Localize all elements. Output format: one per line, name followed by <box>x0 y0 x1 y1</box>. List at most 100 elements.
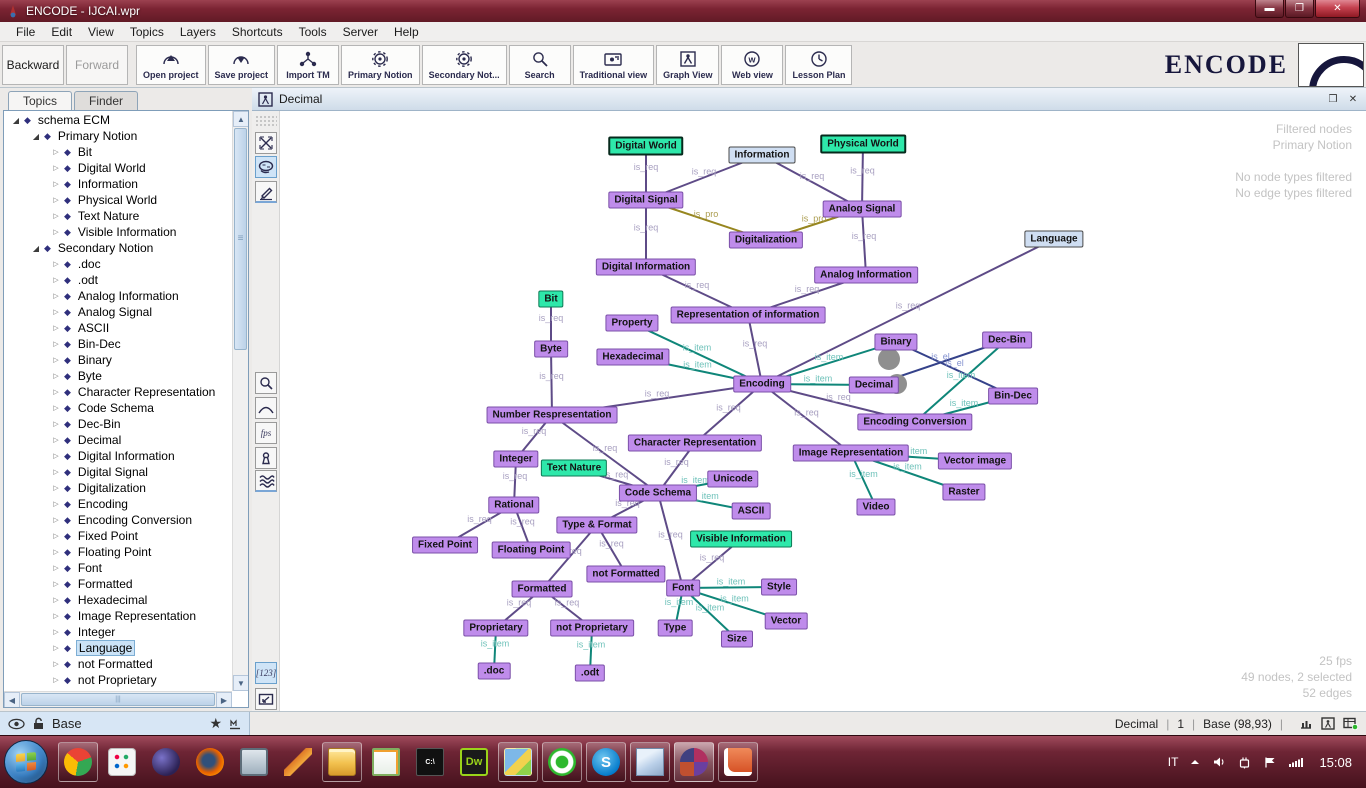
graph-node-fixed-point[interactable]: Fixed Point <box>412 537 478 554</box>
expand-arrow-icon[interactable]: ▷ <box>50 612 62 620</box>
tree-item-language[interactable]: ▷◆Language <box>4 640 232 656</box>
graph-node-digital-information[interactable]: Digital Information <box>596 259 696 276</box>
graph-node-odt[interactable]: .odt <box>575 665 605 682</box>
graph-canvas[interactable]: is_reqis_reqis_reqis_reqis_reqis_reqis_r… <box>280 111 1366 711</box>
language-indicator[interactable]: IT <box>1168 755 1179 769</box>
expand-arrow-icon[interactable]: ▷ <box>50 532 62 540</box>
tree-item-image-representation[interactable]: ▷◆Image Representation <box>4 608 232 624</box>
tree-item-label[interactable]: Secondary Notion <box>56 241 155 255</box>
taskbar-chrome-icon[interactable] <box>58 742 98 782</box>
menu-server[interactable]: Server <box>335 23 386 41</box>
web-view-button[interactable]: wWeb view <box>721 45 783 85</box>
chart-mini-icon[interactable] <box>1299 718 1313 730</box>
maximize-button[interactable]: ❐ <box>1285 0 1314 18</box>
tree-item-label[interactable]: Byte <box>76 369 104 383</box>
expand-arrow-icon[interactable]: ▷ <box>50 452 62 460</box>
merge-layer-icon[interactable] <box>229 718 241 730</box>
graph-node-information[interactable]: Information <box>729 147 796 164</box>
taskbar-dreamweaver-icon[interactable]: Dw <box>454 742 494 782</box>
graph-node-font[interactable]: Font <box>666 580 700 597</box>
tree-item-physical-world[interactable]: ▷◆Physical World <box>4 192 232 208</box>
graph-view-button[interactable]: Graph View <box>656 45 719 85</box>
expand-arrow-icon[interactable]: ▷ <box>50 548 62 556</box>
traditional-view-button[interactable]: Traditional view <box>573 45 655 85</box>
edit-pencil-button[interactable] <box>255 181 277 203</box>
expand-arrow-icon[interactable]: ▷ <box>50 324 62 332</box>
tree-item-label[interactable]: Analog Information <box>76 289 181 303</box>
tree-item-primary-notion[interactable]: ◢◆Primary Notion <box>4 128 232 144</box>
tree-item-digitalization[interactable]: ▷◆Digitalization <box>4 480 232 496</box>
expand-arrow-icon[interactable]: ▷ <box>50 372 62 380</box>
tree-item-label[interactable]: Character Representation <box>76 385 217 399</box>
tree-item-label[interactable]: Digital Signal <box>76 465 150 479</box>
graph-node-visible-information[interactable]: Visible Information <box>690 531 792 548</box>
graph-node-size[interactable]: Size <box>721 631 753 648</box>
taskbar-app-grid-icon[interactable] <box>102 742 142 782</box>
graph-node-floating-point[interactable]: Floating Point <box>492 542 571 559</box>
up-arrow-icon[interactable] <box>1189 757 1201 767</box>
lesson-plan-button[interactable]: Lesson Plan <box>785 45 852 85</box>
scroll-thumb[interactable] <box>21 693 215 706</box>
tree-item-byte[interactable]: ▷◆Byte <box>4 368 232 384</box>
tree-item-hexadecimal[interactable]: ▷◆Hexadecimal <box>4 592 232 608</box>
graph-edge-number-respresentation-code-schema[interactable] <box>552 415 658 493</box>
graph-node-bit[interactable]: Bit <box>538 291 563 308</box>
tree-item-fixed-point[interactable]: ▷◆Fixed Point <box>4 528 232 544</box>
lock-icon[interactable] <box>32 717 45 730</box>
tree-item-label[interactable]: Dec-Bin <box>76 417 123 431</box>
flag-icon[interactable] <box>1263 756 1277 768</box>
graph-node-number-respresentation[interactable]: Number Respresentation <box>487 407 618 424</box>
graph-node-text-nature[interactable]: Text Nature <box>541 460 607 477</box>
power-plug-icon[interactable] <box>1238 756 1252 769</box>
tree-item-label[interactable]: Analog Signal <box>76 305 154 319</box>
taskbar-command-prompt-icon[interactable]: C:\ <box>410 742 450 782</box>
graph-node-physical-world[interactable]: Physical World <box>820 135 906 154</box>
save-project-button[interactable]: Save project <box>208 45 276 85</box>
weight-tool-button[interactable] <box>255 447 277 469</box>
graph-node-not-formatted[interactable]: not Formatted <box>586 566 665 583</box>
tree-item-character-representation[interactable]: ▷◆Character Representation <box>4 384 232 400</box>
graph-node-property[interactable]: Property <box>605 315 658 332</box>
scroll-down-button[interactable]: ▼ <box>233 675 249 691</box>
expand-arrow-icon[interactable]: ▷ <box>50 564 62 572</box>
taskbar-editor-brush-icon[interactable] <box>278 742 318 782</box>
expand-arrow-icon[interactable]: ▷ <box>50 580 62 588</box>
graph-view-mini-icon[interactable] <box>1321 717 1335 730</box>
tree-item-bin-dec[interactable]: ▷◆Bin-Dec <box>4 336 232 352</box>
canvas-tab-label[interactable]: Decimal <box>279 92 322 106</box>
tree-item-not-proprietary[interactable]: ▷◆not Proprietary <box>4 672 232 688</box>
tree-item-formatted[interactable]: ▷◆Formatted <box>4 576 232 592</box>
tree-horizontal-scrollbar[interactable]: ◀ ▶ <box>4 691 232 707</box>
expand-arrow-icon[interactable]: ▷ <box>50 628 62 636</box>
graph-node-digital-signal[interactable]: Digital Signal <box>608 192 683 209</box>
pointer-box-tool-button[interactable] <box>255 688 277 710</box>
taskbar-media-recorder-icon[interactable] <box>542 742 582 782</box>
tree-item-label[interactable]: Digital World <box>76 161 148 175</box>
collapse-arrow-icon[interactable]: ◢ <box>30 132 42 141</box>
tree-item-label[interactable]: Binary <box>76 353 114 367</box>
collapse-arrow-icon[interactable]: ◢ <box>30 244 42 253</box>
expand-arrow-icon[interactable]: ▷ <box>50 468 62 476</box>
taskbar-explorer-folder-icon[interactable] <box>322 742 362 782</box>
expand-arrow-icon[interactable]: ▷ <box>50 660 62 668</box>
expand-arrow-icon[interactable]: ▷ <box>50 164 62 172</box>
tree-item-analog-information[interactable]: ▷◆Analog Information <box>4 288 232 304</box>
tree-item-label[interactable]: Bin-Dec <box>76 337 123 351</box>
taskbar-notepad-icon[interactable] <box>366 742 406 782</box>
expand-arrow-icon[interactable]: ▷ <box>50 292 62 300</box>
menu-view[interactable]: View <box>80 23 122 41</box>
tree-item-label[interactable]: Encoding Conversion <box>76 513 194 527</box>
expand-arrow-icon[interactable]: ▷ <box>50 388 62 396</box>
tree-item-label[interactable]: Visible Information <box>76 225 179 239</box>
graph-node-encoding-conversion[interactable]: Encoding Conversion <box>857 414 972 431</box>
tree-item-label[interactable]: Bit <box>76 145 94 159</box>
import-tm-button[interactable]: Import TM <box>277 45 339 85</box>
graph-node-code-schema[interactable]: Code Schema <box>619 485 697 502</box>
graph-node-not-proprietary[interactable]: not Proprietary <box>550 620 634 637</box>
panel-maximize-icon[interactable]: ❒ <box>1326 92 1340 106</box>
tree-item-label[interactable]: Decimal <box>76 433 123 447</box>
taskbar-documents-icon[interactable] <box>498 742 538 782</box>
collapse-arrow-icon[interactable]: ◢ <box>10 116 22 125</box>
backward-button[interactable]: Backward <box>2 45 64 85</box>
expand-arrow-icon[interactable]: ▷ <box>50 180 62 188</box>
